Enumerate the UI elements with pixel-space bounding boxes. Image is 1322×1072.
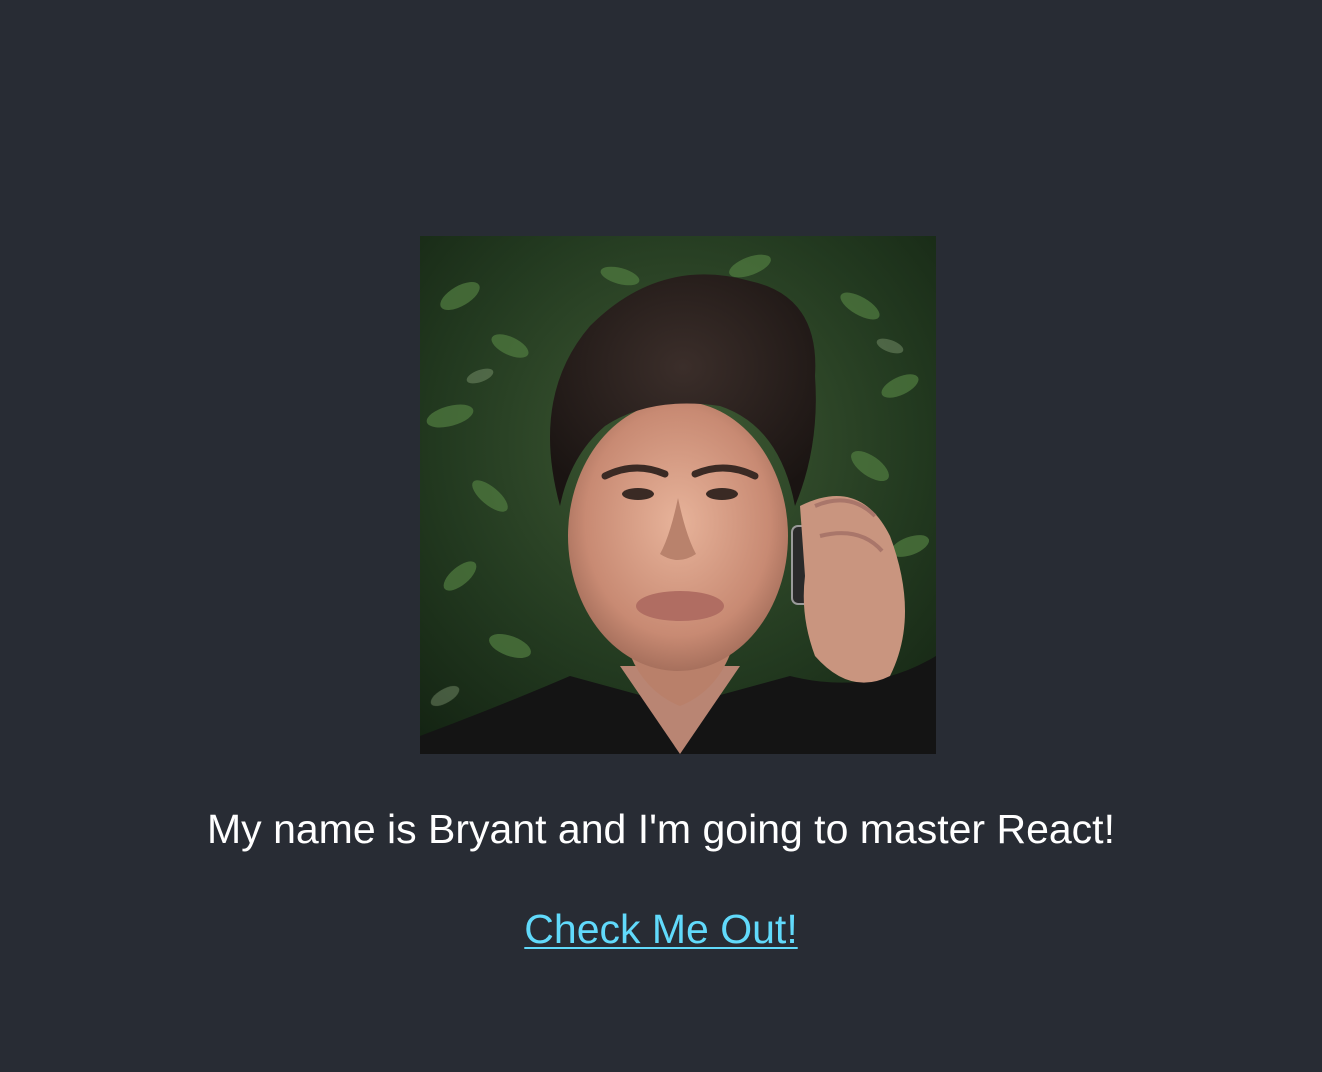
intro-text: My name is Bryant and I'm going to maste… bbox=[207, 806, 1115, 852]
check-me-out-link[interactable]: Check Me Out! bbox=[524, 906, 797, 952]
cta-link-container: Check Me Out! bbox=[0, 904, 1322, 954]
portrait-photo-image bbox=[420, 236, 936, 754]
app-header: My name is Bryant and I'm going to maste… bbox=[0, 0, 1322, 1072]
profile-photo bbox=[420, 236, 936, 754]
